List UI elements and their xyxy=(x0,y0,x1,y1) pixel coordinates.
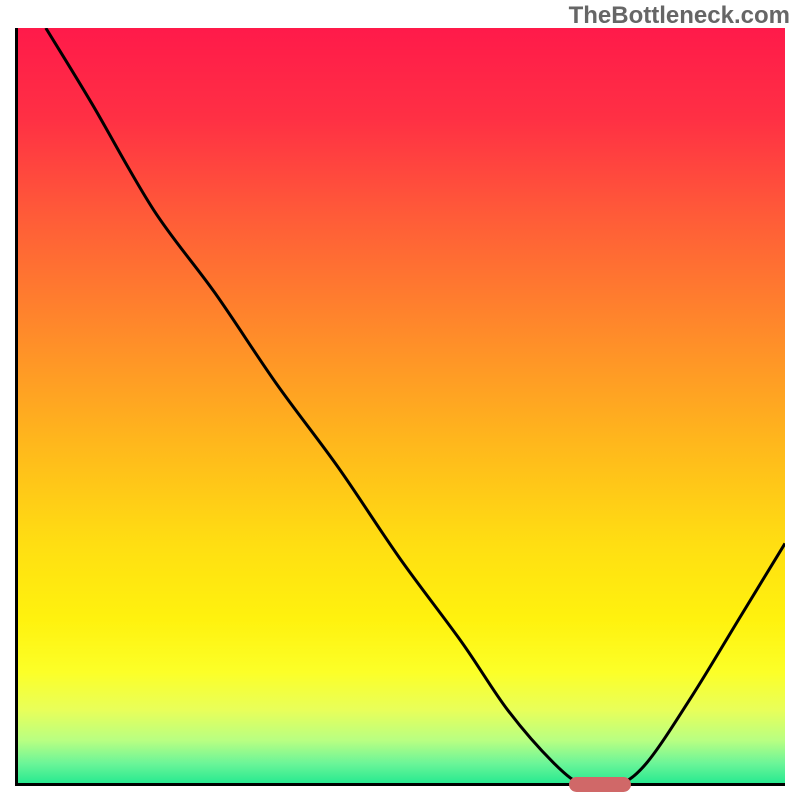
bottleneck-curve xyxy=(15,28,785,786)
attribution-text: TheBottleneck.com xyxy=(569,2,790,30)
chart-container: TheBottleneck.com xyxy=(0,0,800,800)
plot-area xyxy=(15,28,785,786)
optimal-marker xyxy=(569,777,631,792)
